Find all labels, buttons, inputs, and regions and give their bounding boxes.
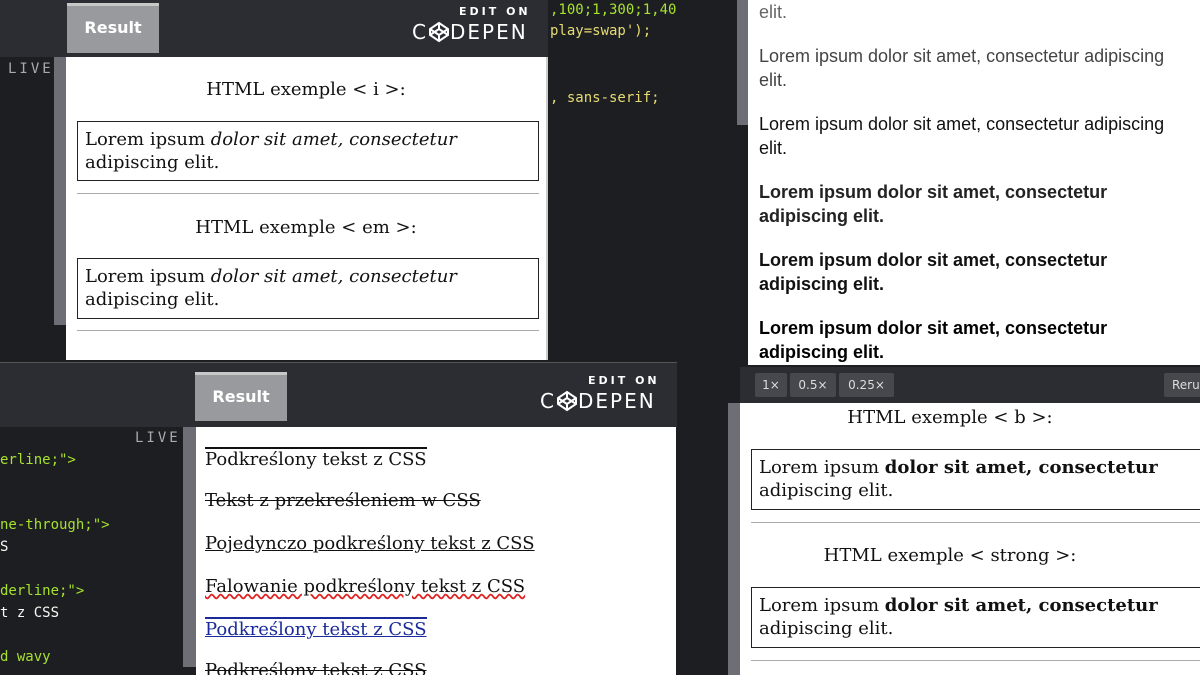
box-text: adipiscing elit. — [759, 480, 894, 501]
paragraph-regular: Lorem ipsum dolor sit amet, consectetur … — [759, 114, 1165, 158]
paragraph-medium: Lorem ipsum dolor sit amet, consectetur … — [759, 182, 1108, 226]
example-box-strong: Lorem ipsum dolor sit amet, consectetur … — [751, 587, 1200, 648]
result-frame-bottom-right: HTML exemple < b >: Lorem ipsum dolor si… — [740, 403, 1200, 675]
strong-text: dolor sit amet, consectetur — [884, 595, 1158, 616]
edit-on-label: EDIT ON — [588, 374, 660, 387]
code-line: play=swap'); — [550, 23, 652, 39]
divider — [77, 330, 539, 331]
scrollbar[interactable] — [183, 427, 196, 667]
codepen-logo[interactable]: C DEPEN — [540, 389, 656, 413]
heading-em: HTML exemple < em >: — [195, 217, 417, 238]
codepen-header-bottom: Result EDIT ON C DEPEN — [0, 362, 677, 427]
rerun-button[interactable]: Rerun — [1164, 373, 1200, 397]
emphasis-text: dolor sit amet, consectetur — [210, 266, 457, 287]
example-box-i: Lorem ipsum dolor sit amet, consectetur … — [77, 121, 539, 181]
overline-underline-text: Podkreślony tekst z CSS — [205, 447, 427, 470]
strikethrough-text: Tekst z przekreśleniem w CSS — [205, 490, 481, 511]
result-frame-bottom-left: Podkreślony tekst z CSS Tekst z przekreś… — [196, 427, 676, 675]
code-line: erline;"> — [0, 452, 76, 468]
box-text: adipiscing elit. — [85, 289, 220, 310]
bold-text: dolor sit amet, consectetur — [884, 457, 1158, 478]
codepen-c: C — [540, 389, 556, 413]
code-line: derline;"> — [0, 583, 85, 599]
codepen-depen: DEPEN — [577, 389, 656, 413]
box-text: Lorem ipsum — [85, 266, 211, 287]
zoom-quarter-button[interactable]: 0.25× — [839, 373, 894, 397]
live-label: LIVE — [8, 61, 54, 77]
box-text: Lorem ipsum — [759, 595, 885, 616]
example-box-b: Lorem ipsum dolor sit amet, consectetur … — [751, 449, 1200, 510]
html-code-editor[interactable]: erline;"> ne-through;"> S derline;"> t z… — [0, 427, 196, 675]
codepen-depen: DEPEN — [449, 20, 528, 44]
codepen-cube-icon — [556, 390, 577, 412]
divider — [751, 660, 1200, 661]
code-line: d wavy — [0, 649, 51, 665]
box-text: Lorem ipsum — [85, 129, 211, 150]
code-line: S — [0, 539, 9, 555]
result-tab[interactable]: Result — [67, 3, 159, 53]
underline-text-cut: Podkreślony tekst z CSS — [205, 660, 427, 675]
result-frame-top-left: HTML exemple < i >: Lorem ipsum dolor si… — [66, 57, 548, 360]
cut-paragraph: elit. — [759, 2, 788, 22]
heading-i: HTML exemple < i >: — [206, 79, 406, 100]
scrollbar[interactable] — [737, 0, 748, 125]
italic-text: dolor sit amet, consectetur — [210, 129, 457, 150]
zoom-half-button[interactable]: 0.5× — [790, 373, 836, 397]
code-line: , sans-serif; — [550, 90, 660, 106]
example-box-em: Lorem ipsum dolor sit amet, consectetur … — [77, 258, 539, 319]
codepen-cube-icon — [428, 21, 449, 43]
scrollbar[interactable] — [54, 57, 66, 325]
result-tab[interactable]: Result — [195, 372, 287, 421]
divider — [77, 193, 539, 194]
font-weight-preview: elit. Lorem ipsum dolor sit amet, consec… — [748, 0, 1200, 365]
codepen-c: C — [412, 20, 428, 44]
edit-on-label: EDIT ON — [459, 5, 531, 18]
heading-strong: HTML exemple < strong >: — [823, 545, 1077, 566]
code-line: t z CSS — [0, 605, 60, 621]
zoom-toolbar: 1× 0.5× 0.25× Rerun — [740, 367, 1200, 403]
codepen-logo[interactable]: C DEPEN — [412, 20, 528, 44]
codepen-header-top: Result EDIT ON C DEPEN — [0, 0, 548, 57]
box-text: Lorem ipsum — [759, 457, 885, 478]
wavy-underline-text: Falowanie podkreślony tekst z CSS — [205, 576, 526, 597]
blue-underline-text: Podkreślony tekst z CSS — [205, 617, 427, 640]
divider — [751, 522, 1200, 523]
box-text: adipiscing elit. — [85, 152, 220, 173]
paragraph-bold: Lorem ipsum dolor sit amet, consectetur … — [759, 250, 1108, 294]
box-text: adipiscing elit. — [759, 618, 894, 639]
zoom-1x-button[interactable]: 1× — [755, 373, 787, 397]
live-label: LIVE — [135, 430, 181, 446]
paragraph-black: Lorem ipsum dolor sit amet, consectetur … — [759, 318, 1108, 362]
scrollbar[interactable] — [728, 403, 740, 675]
paragraph-light: Lorem ipsum dolor sit amet, consectetur … — [759, 46, 1165, 90]
code-line: ne-through;"> — [0, 517, 110, 533]
underline-text: Pojedynczo podkreślony tekst z CSS — [205, 533, 535, 554]
code-line: ,100;1,300;1,40 — [550, 2, 677, 18]
css-code-editor[interactable]: ,100;1,300;1,40 play=swap'); , sans-seri… — [550, 0, 738, 365]
heading-b: HTML exemple < b >: — [847, 407, 1053, 428]
